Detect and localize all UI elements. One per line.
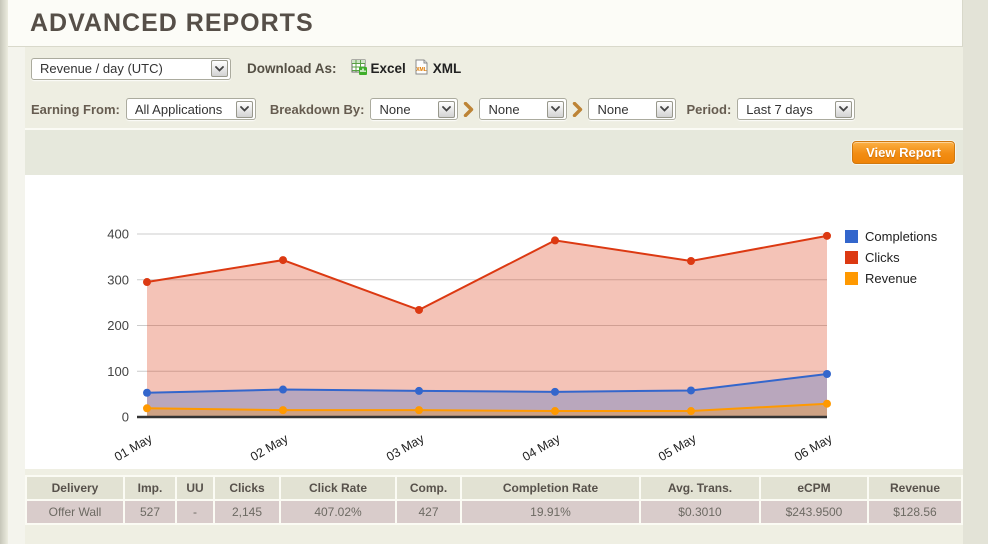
chart-legend: Completions Clicks Revenue [845, 226, 937, 289]
svg-text:06 May: 06 May [792, 431, 835, 464]
table-cell: 407.02% [281, 501, 395, 523]
breakdown-select-3[interactable]: None [588, 98, 677, 120]
download-excel-link[interactable]: Excel [351, 59, 406, 78]
table-row: Offer Wall 527-2,145 407.02% 427 19.91% $0.30… [27, 501, 961, 523]
chevron-down-icon [656, 100, 674, 118]
earning-from-select[interactable]: All Applications [125, 98, 256, 120]
title-band: ADVANCED REPORTS [8, 0, 962, 47]
table-cell: 2,145 [215, 501, 279, 523]
table-cell: $128.56 [869, 501, 961, 523]
table-cell: - [177, 501, 213, 523]
table-cell: Offer Wall [27, 501, 123, 523]
column-header: Clicks [215, 477, 279, 499]
column-header: Comp. [397, 477, 460, 499]
legend-item: Completions [845, 226, 937, 247]
chevron-down-icon [547, 100, 565, 118]
table-cell: 19.91% [462, 501, 639, 523]
advanced-reports-page: ADVANCED REPORTS Revenue / day (UTC) Dow… [0, 0, 988, 544]
legend-label: Completions [865, 229, 938, 244]
column-header: Delivery [27, 477, 123, 499]
download-xml-link[interactable]: XML XML [414, 59, 462, 78]
breakdown-value-1: None [379, 101, 411, 117]
table-cell: 427 [397, 501, 460, 523]
breakdown-select-1[interactable]: None [370, 98, 459, 120]
chevron-down-icon [835, 100, 853, 118]
report-type-value: Revenue / day (UTC) [40, 61, 163, 76]
report-type-row: Revenue / day (UTC) Download As: Excel X… [25, 47, 963, 90]
svg-text:04 May: 04 May [520, 431, 563, 464]
legend-swatch [845, 230, 858, 243]
breakdown-value-3: None [597, 101, 629, 117]
table-cell: $243.9500 [761, 501, 867, 523]
column-header: Imp. [125, 477, 175, 499]
svg-text:05 May: 05 May [656, 431, 699, 464]
legend-label: Revenue [865, 271, 918, 286]
breakdown-select-2[interactable]: None [479, 98, 568, 120]
period-select[interactable]: Last 7 days [737, 98, 856, 120]
excel-link-label: Excel [370, 61, 406, 76]
column-header: Avg. Trans. [641, 477, 759, 499]
earning-from-value: All Applications [134, 101, 223, 117]
svg-text:XML: XML [416, 67, 427, 73]
period-value: Last 7 days [746, 101, 813, 117]
period-label: Period: [686, 101, 732, 117]
chevron-down-icon [211, 60, 228, 77]
column-header: Completion Rate [462, 477, 639, 499]
svg-text:300: 300 [107, 272, 129, 287]
breakdown-value-2: None [488, 101, 520, 117]
page-title: ADVANCED REPORTS [30, 8, 314, 37]
column-header: Click Rate [281, 477, 395, 499]
report-table-section: Delivery Imp. UU Clicks Click Rate Comp. Compl… [25, 469, 963, 544]
table-header-row: Delivery Imp. UU Clicks Click Rate Comp. Compl… [27, 477, 961, 499]
chevron-down-icon [438, 100, 456, 118]
column-header: UU [177, 477, 213, 499]
svg-text:02 May: 02 May [248, 431, 291, 464]
chart-panel: 0 100 200 300 400 01 May 02 May 03 May 04 May 05 … [25, 175, 963, 469]
breakdown-by-label: Breakdown By: [269, 101, 365, 117]
legend-label: Clicks [865, 250, 900, 265]
excel-icon [351, 59, 367, 78]
actions-row: View Report [25, 128, 963, 175]
xml-icon: XML [414, 59, 429, 78]
svg-text:200: 200 [107, 318, 129, 333]
column-header: Revenue [869, 477, 961, 499]
legend-item: Clicks [845, 247, 937, 268]
svg-text:0: 0 [122, 410, 129, 425]
legend-item: Revenue [845, 268, 937, 289]
download-as-label: Download As: [247, 61, 337, 76]
svg-text:01 May: 01 May [112, 431, 155, 464]
area-chart: 0 100 200 300 400 01 May 02 May 03 May 04 May 05 … [107, 227, 835, 465]
table-cell: 527 [125, 501, 175, 523]
content-panel: ADVANCED REPORTS Revenue / day (UTC) Dow… [8, 0, 963, 544]
chevron-down-icon [235, 100, 253, 118]
xml-link-label: XML [432, 61, 462, 76]
svg-text:400: 400 [107, 227, 129, 242]
view-report-button[interactable]: View Report [852, 141, 955, 164]
report-table: Delivery Imp. UU Clicks Click Rate Comp. Compl… [25, 475, 963, 525]
svg-text:100: 100 [107, 364, 129, 379]
left-shadow [0, 0, 8, 544]
legend-swatch [845, 272, 858, 285]
breakdown-arrow-icon [572, 101, 583, 117]
filters-row: Earning From: All Applications Breakdown… [25, 90, 963, 128]
breakdown-arrow-icon [463, 101, 474, 117]
legend-swatch [845, 251, 858, 264]
table-cell: $0.3010 [641, 501, 759, 523]
column-header: eCPM [761, 477, 867, 499]
report-type-select[interactable]: Revenue / day (UTC) [31, 57, 231, 80]
earning-from-label: Earning From: [31, 101, 120, 117]
svg-text:03 May: 03 May [384, 431, 427, 464]
